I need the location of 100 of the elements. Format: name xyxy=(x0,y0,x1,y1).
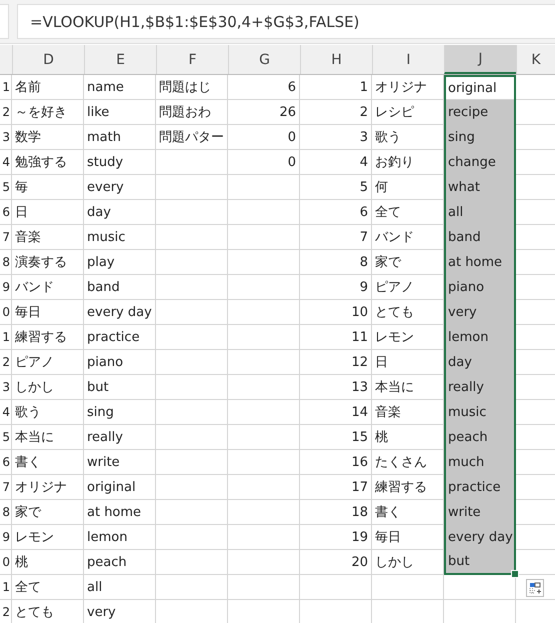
table-cell-text: 4 xyxy=(358,154,369,172)
column-header[interactable]: K xyxy=(516,45,555,74)
table-cell-text: 本当に xyxy=(14,429,55,447)
row-number: 3 xyxy=(1,379,11,396)
table-cell-text: 14 xyxy=(350,404,369,422)
table-cell-text: ～を好き xyxy=(14,104,68,122)
quick-analysis-icon[interactable] xyxy=(526,579,544,597)
table-cell-text: 数学 xyxy=(14,129,42,147)
column-header[interactable]: H xyxy=(300,45,372,74)
table-cell-text: music xyxy=(86,228,126,246)
row-number: 2 xyxy=(1,604,11,621)
table-cell[interactable]: change xyxy=(444,150,516,175)
row-number: 7 xyxy=(1,229,11,246)
table-cell-text: ピアノ xyxy=(14,354,55,372)
table-cell-text: 19 xyxy=(350,528,369,546)
column-header[interactable]: F xyxy=(156,45,228,74)
table-cell-text: 1 xyxy=(358,78,369,96)
table-cell[interactable]: at home xyxy=(444,250,516,275)
table-cell-text: 家で xyxy=(14,504,42,522)
table-cell-text: 家で xyxy=(374,254,402,272)
row-number: 8 xyxy=(1,504,11,521)
table-cell-text: all xyxy=(86,578,104,596)
table-cell[interactable]: lemon xyxy=(444,325,516,350)
table-cell[interactable]: practice xyxy=(444,475,516,500)
table-cell[interactable]: every day xyxy=(444,525,516,550)
row-number: 4 xyxy=(1,154,11,171)
table-cell-text: practice xyxy=(86,328,141,346)
table-cell[interactable]: recipe xyxy=(444,100,516,125)
table-cell[interactable]: piano xyxy=(444,275,516,300)
column-header[interactable]: E xyxy=(84,45,156,74)
table-cell-text: 毎 xyxy=(14,179,29,197)
table-cell-text: really xyxy=(86,428,124,446)
table-cell-text: 名前 xyxy=(14,79,42,97)
table-cell-text: 全て xyxy=(14,579,42,597)
table-cell-text: band xyxy=(86,278,121,296)
table-cell[interactable]: peach xyxy=(444,425,516,450)
table-cell-text: 6 xyxy=(286,78,297,96)
table-cell[interactable]: band xyxy=(444,225,516,250)
table-cell-text: しかし xyxy=(14,379,55,397)
table-cell-text: play xyxy=(86,254,116,272)
table-cell-text: like xyxy=(86,104,110,122)
table-cell[interactable]: day xyxy=(444,350,516,375)
table-cell[interactable]: very xyxy=(444,300,516,325)
table-cell-text: 2 xyxy=(358,104,369,122)
table-cell-text: 本当に xyxy=(374,379,415,397)
fill-handle[interactable] xyxy=(511,570,519,578)
table-cell-text: 歌う xyxy=(374,129,402,147)
column-header[interactable]: J xyxy=(444,45,516,74)
table-cell-text: 全て xyxy=(374,204,402,222)
table-cell-text: 7 xyxy=(358,228,369,246)
table-cell-text: 練習する xyxy=(14,329,68,347)
table-cell-text: 0 xyxy=(286,128,297,146)
table-cell[interactable]: music xyxy=(444,400,516,425)
table-cell-text: 日 xyxy=(374,354,389,372)
table-cell-text: 毎日 xyxy=(14,304,42,322)
table-cell-text: 日 xyxy=(14,204,29,222)
row-number: 2 xyxy=(1,104,11,121)
table-cell-text: study xyxy=(86,154,124,172)
table-cell-text: 8 xyxy=(358,254,369,272)
table-cell-text: バンド xyxy=(374,229,415,247)
table-cell-text: every xyxy=(86,178,125,196)
table-cell-text: レシピ xyxy=(374,104,415,122)
column-header[interactable]: G xyxy=(228,45,300,74)
table-cell-text: every day xyxy=(86,304,153,322)
table-cell-text: 問題はじ xyxy=(158,79,212,97)
table-cell-text: 3 xyxy=(358,128,369,146)
table-cell[interactable]: what xyxy=(444,175,516,200)
table-cell[interactable]: much xyxy=(444,450,516,475)
table-cell-text: 桃 xyxy=(14,554,29,572)
table-cell-text: オリジナ xyxy=(374,79,428,97)
table-cell[interactable]: really xyxy=(444,375,516,400)
row-number: 1 xyxy=(1,329,11,346)
table-cell-text: とても xyxy=(14,604,55,622)
row-number: 3 xyxy=(1,129,11,146)
row-number: 5 xyxy=(1,179,11,196)
table-cell-text: たくさん xyxy=(374,454,428,472)
table-cell-text: 毎日 xyxy=(374,529,402,547)
table-cell-text: 音楽 xyxy=(374,404,402,422)
table-cell-text: 桃 xyxy=(374,429,389,447)
table-cell[interactable]: all xyxy=(444,200,516,225)
table-cell-text: 書く xyxy=(374,504,402,522)
formula-field[interactable]: =VLOOKUP(H1,$B$1:$E$30,4+$G$3,FALSE) xyxy=(17,4,555,39)
table-cell-text: 12 xyxy=(350,354,369,372)
table-cell[interactable]: sing xyxy=(444,125,516,150)
table-cell[interactable]: write xyxy=(444,500,516,525)
table-cell-text: 11 xyxy=(350,328,369,346)
table-cell-text: バンド xyxy=(14,279,55,297)
row-number: 5 xyxy=(1,429,11,446)
table-cell-text: math xyxy=(86,128,122,146)
table-cell-text: piano xyxy=(86,354,124,372)
table-cell-text: レモン xyxy=(14,529,55,547)
row-number: 4 xyxy=(1,404,11,421)
table-cell-text: 17 xyxy=(350,478,369,496)
table-cell-text: 0 xyxy=(286,154,297,172)
table-cell-text: 問題パター xyxy=(158,129,225,147)
table-cell-text: お釣り xyxy=(374,154,415,172)
table-cell-text: very xyxy=(86,604,117,622)
table-cell-text: ピアノ xyxy=(374,279,415,297)
row-number: 9 xyxy=(1,529,11,546)
column-header[interactable]: D xyxy=(12,45,84,74)
